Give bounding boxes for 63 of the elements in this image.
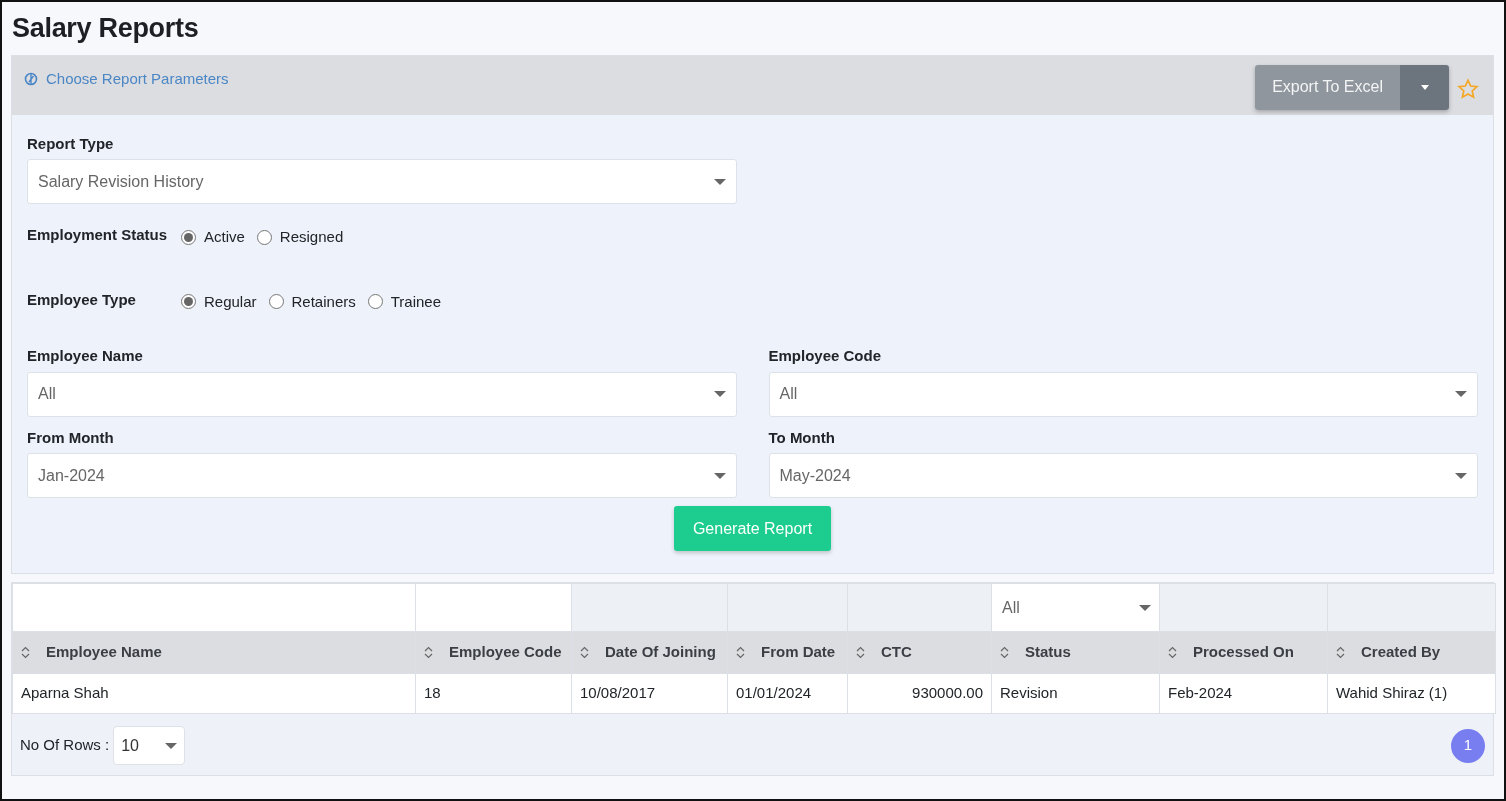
field-label: Employee Type <box>27 289 137 310</box>
field-label: From Month <box>27 427 115 448</box>
dropdown-select[interactable]: Jan-2024 <box>27 453 737 498</box>
dropdown-select[interactable]: All <box>27 371 737 417</box>
sort-icon[interactable] <box>424 646 433 659</box>
field-label: Employee Code <box>768 346 883 366</box>
table-cell: 930000.00 <box>847 673 992 714</box>
radio-button[interactable] <box>181 294 196 310</box>
radio-option[interactable]: Trainee <box>367 290 442 313</box>
radio-button[interactable] <box>268 294 284 310</box>
caret-icon <box>1420 84 1429 90</box>
caret-icon <box>713 472 726 479</box>
field-label: Employment Status <box>27 225 169 245</box>
column-header[interactable]: Date Of Joining <box>571 631 728 674</box>
radio-option[interactable]: Resigned <box>256 226 344 249</box>
caret-icon <box>713 391 726 397</box>
sort-icon[interactable] <box>580 646 589 659</box>
table-cell: 10/08/2017 <box>571 673 728 714</box>
radio-button[interactable] <box>256 229 272 245</box>
caret-icon <box>1455 472 1467 479</box>
dropdown-select[interactable]: May-2024 <box>768 453 1478 498</box>
column-header[interactable]: CTC <box>847 631 992 674</box>
rows-label: No Of Rows : <box>20 735 110 756</box>
caret-icon <box>165 742 178 749</box>
caret-icon <box>713 178 726 185</box>
sort-icon[interactable] <box>1000 646 1009 659</box>
sort-icon[interactable] <box>856 646 865 659</box>
field-label: To Month <box>768 427 836 448</box>
sort-icon[interactable] <box>1336 646 1345 659</box>
column-header[interactable]: Created By <box>1327 631 1496 674</box>
dropdown-select[interactable]: All <box>768 371 1478 417</box>
radio-option[interactable]: Active <box>181 226 245 249</box>
star-icon[interactable] <box>1457 77 1479 100</box>
radio-button[interactable] <box>181 229 196 245</box>
filter-field[interactable] <box>13 584 415 631</box>
sort-icon[interactable] <box>21 646 30 659</box>
dropdown-toggle[interactable] <box>1400 64 1449 110</box>
radio-option[interactable]: Retainers <box>268 290 356 313</box>
table-cell: 01/01/2024 <box>727 673 848 714</box>
field-label: Report Type <box>27 133 115 154</box>
table-cell: Wahid Shiraz (1) <box>1327 673 1496 714</box>
radio-option[interactable]: Regular <box>181 290 257 313</box>
caret-icon <box>1455 391 1467 397</box>
table-cell: Revision <box>991 673 1160 714</box>
table-cell: Aparna Shah <box>12 673 416 714</box>
page-title: Salary Reports <box>12 12 200 45</box>
circle-icon <box>24 71 38 86</box>
caret-icon <box>1139 604 1151 611</box>
column-header[interactable]: From Date <box>727 631 848 674</box>
column-header[interactable]: Employee Name <box>12 631 416 674</box>
filter-field[interactable] <box>416 584 571 631</box>
sort-icon[interactable] <box>1168 646 1177 659</box>
table-cell: Feb-2024 <box>1159 673 1328 714</box>
filter-select[interactable]: All <box>992 584 1159 631</box>
sort-icon[interactable] <box>736 646 745 659</box>
field-label: Employee Name <box>27 346 144 366</box>
column-header[interactable]: Status <box>991 631 1160 674</box>
radio-button[interactable] <box>367 294 383 310</box>
column-header[interactable]: Processed On <box>1159 631 1328 674</box>
column-header[interactable]: Employee Code <box>415 631 572 674</box>
table-cell: 18 <box>415 673 572 714</box>
rows-per-page-select[interactable]: 10 <box>113 726 186 765</box>
report-type-select[interactable]: Salary Revision History <box>27 159 737 204</box>
